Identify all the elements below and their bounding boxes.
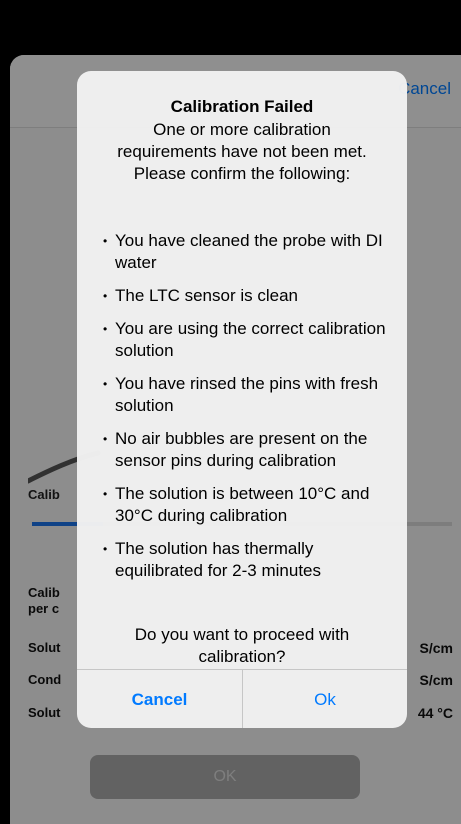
requirement-item: You are using the correct calibration so… <box>103 318 403 362</box>
alert-title: Calibration Failed <box>170 97 314 116</box>
alert-cancel-button[interactable]: Cancel <box>77 670 242 728</box>
alert-question: Do you want to proceed with calibration? <box>134 625 350 666</box>
alert-ok-button[interactable]: Ok <box>242 670 407 728</box>
requirements-list: You have cleaned the probe with DI water… <box>103 230 403 582</box>
alert-actions: Cancel Ok <box>77 669 407 728</box>
alert-message: One or more calibration requirements hav… <box>117 120 367 183</box>
requirement-item: No air bubbles are present on the sensor… <box>103 428 403 472</box>
requirement-item: The solution is between 10°C and 30°C du… <box>103 483 403 527</box>
alert-body: Calibration Failed One or more calibrati… <box>77 71 407 669</box>
requirement-item: You have cleaned the probe with DI water <box>103 230 403 274</box>
requirement-item: The LTC sensor is clean <box>103 285 403 307</box>
requirement-item: You have rinsed the pins with fresh solu… <box>103 373 403 417</box>
requirement-item: The solution has thermally equilibrated … <box>103 538 403 582</box>
calibration-failed-alert: Calibration Failed One or more calibrati… <box>77 71 407 728</box>
